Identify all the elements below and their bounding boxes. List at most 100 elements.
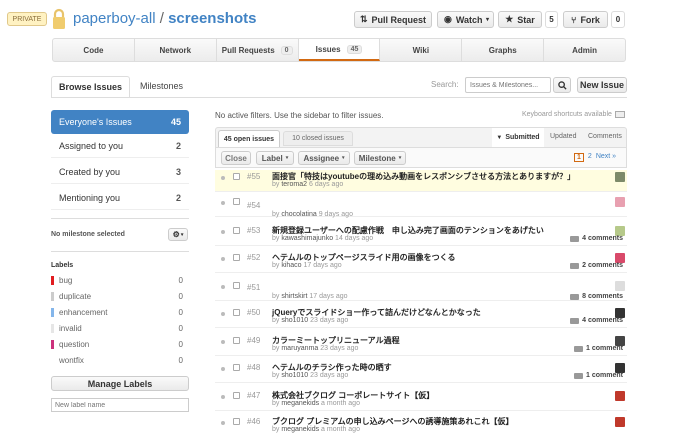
issue-comments[interactable]: 8 comments — [570, 293, 623, 300]
pull-request-button[interactable]: ⇅ Pull Request — [354, 11, 432, 28]
issue-drag-handle[interactable] — [221, 201, 225, 205]
issue-meta: by meganekids a month ago — [272, 400, 360, 407]
issue-number: #50 — [247, 308, 261, 317]
sidebar-item-everyones-issues[interactable]: Everyone's Issues 45 — [51, 110, 189, 134]
issue-row[interactable]: #49 カラーミートップリニューアル過程 by maruyanma 23 day… — [215, 334, 627, 356]
issue-drag-handle[interactable] — [221, 230, 225, 234]
label-item-enhancement[interactable]: enhancement 0 — [51, 305, 183, 319]
issue-drag-handle[interactable] — [221, 285, 225, 289]
repo-owner-link[interactable]: paperboy-all — [73, 10, 156, 27]
issue-author[interactable]: meganekids — [281, 426, 319, 433]
tab-issues[interactable]: Issues 45 — [298, 39, 381, 61]
issue-comments[interactable]: 4 comments — [570, 235, 623, 242]
issue-row[interactable]: #46 ブクログ プレミアムの申し込みページへの誘導施策あれこれ【仮】 by m… — [215, 415, 627, 437]
manage-labels-button[interactable]: Manage Labels — [51, 376, 189, 391]
issue-comments[interactable]: 2 comments — [570, 262, 623, 269]
tab-milestones[interactable]: Milestones — [140, 81, 183, 91]
sort-comments[interactable]: Comments — [588, 133, 622, 140]
keyboard-shortcuts-link[interactable]: Keyboard shortcuts available — [522, 111, 625, 118]
issue-author[interactable]: sho1010 — [281, 317, 308, 324]
star-button[interactable]: ★ Star — [498, 11, 542, 28]
issue-comments[interactable]: 1 comment — [574, 372, 623, 379]
issue-drag-handle[interactable] — [221, 367, 225, 371]
issue-row[interactable]: #51 by shirtskirt 17 days ago 8 comments — [215, 279, 627, 301]
issue-drag-handle[interactable] — [221, 176, 225, 180]
issue-row[interactable]: #54 by chocolatina 9 days ago — [215, 195, 627, 218]
new-issue-button[interactable]: New Issue — [577, 77, 627, 93]
star-count[interactable]: 5 — [545, 11, 558, 28]
issue-checkbox[interactable] — [233, 173, 240, 180]
sidebar-item-assigned[interactable]: Assigned to you 2 — [51, 134, 189, 158]
page-2[interactable]: 2 — [588, 153, 592, 162]
issue-author[interactable]: teroma2 — [281, 181, 307, 188]
avatar[interactable] — [615, 391, 625, 401]
issue-checkbox[interactable] — [233, 337, 240, 344]
next-page-link[interactable]: Next » — [596, 153, 616, 162]
issue-author[interactable]: kihaco — [281, 262, 301, 269]
issue-drag-handle[interactable] — [221, 312, 225, 316]
tab-open-issues[interactable]: 45 open issues — [218, 130, 280, 147]
avatar[interactable] — [615, 281, 625, 291]
tab-network[interactable]: Network — [135, 39, 217, 61]
avatar[interactable] — [615, 197, 625, 207]
tab-closed-issues[interactable]: 10 closed issues — [283, 131, 353, 146]
avatar[interactable] — [615, 417, 625, 427]
close-issues-button[interactable]: Close — [221, 151, 251, 165]
issue-author[interactable]: sho1010 — [281, 372, 308, 379]
label-item-bug[interactable]: bug 0 — [51, 273, 183, 287]
assignee-dropdown[interactable]: Assignee ▾ — [298, 151, 350, 165]
tab-wiki[interactable]: Wiki — [380, 39, 463, 61]
sort-submitted[interactable]: ▼ Submitted — [492, 128, 544, 147]
new-label-input[interactable] — [51, 398, 189, 412]
fork-count[interactable]: 0 — [611, 11, 625, 28]
issue-row[interactable]: #55 面接官「特技はyoutubeの理め込み動画をレスポンシブさせる方法とあり… — [215, 170, 627, 192]
repo-name-link[interactable]: screenshots — [168, 10, 256, 27]
issue-author[interactable]: chocolatina — [281, 211, 316, 218]
issue-author[interactable]: kawashimajunko — [281, 235, 333, 242]
issue-checkbox[interactable] — [233, 227, 240, 234]
issue-row[interactable]: #47 株式会社ブクログ コーポレートサイト【仮】 by meganekids … — [215, 389, 627, 411]
label-dropdown[interactable]: Label ▾ — [256, 151, 294, 165]
avatar[interactable] — [615, 172, 625, 182]
issue-checkbox[interactable] — [233, 392, 240, 399]
issue-drag-handle[interactable] — [221, 421, 225, 425]
issue-checkbox[interactable] — [233, 364, 240, 371]
tab-code[interactable]: Code — [53, 39, 135, 61]
issue-checkbox[interactable] — [233, 198, 240, 205]
issue-checkbox[interactable] — [233, 309, 240, 316]
watch-button[interactable]: ◉ Watch ▾ — [437, 11, 494, 28]
sort-updated[interactable]: Updated — [550, 133, 576, 140]
milestone-dropdown[interactable]: Milestone ▾ — [354, 151, 406, 165]
search-input[interactable] — [465, 77, 551, 93]
issue-checkbox[interactable] — [233, 282, 240, 289]
label-item-wontfix[interactable]: wontfix 0 — [51, 353, 183, 367]
milestone-settings-button[interactable]: ⚙ ▾ — [168, 228, 188, 241]
issue-drag-handle[interactable] — [221, 340, 225, 344]
issue-row[interactable]: #48 ヘテムルのチラシ作った時の晒す by sho1010 23 days a… — [215, 361, 627, 383]
issue-author[interactable]: maruyanma — [281, 345, 318, 352]
issue-drag-handle[interactable] — [221, 395, 225, 399]
page-1[interactable]: 1 — [574, 153, 584, 162]
issue-comments[interactable]: 1 comment — [574, 345, 623, 352]
issue-checkbox[interactable] — [233, 418, 240, 425]
label-item-question[interactable]: question 0 — [51, 337, 183, 351]
issue-row[interactable]: #53 新規登録ユーザーへの配慮作戦 申し込み完了画面のテンションをあげたい b… — [215, 224, 627, 246]
private-badge: PRIVATE — [7, 12, 47, 26]
sidebar-item-created[interactable]: Created by you 3 — [51, 160, 189, 184]
tab-pull-requests[interactable]: Pull Requests 0 — [217, 39, 299, 61]
issue-row[interactable]: #52 ヘテムルのトップページスライド用の画像をつくる by kihaco 17… — [215, 251, 627, 273]
fork-button[interactable]: ⑂ Fork — [563, 11, 608, 28]
issue-checkbox[interactable] — [233, 254, 240, 261]
sidebar-item-mentioning[interactable]: Mentioning you 2 — [51, 186, 189, 210]
issue-author[interactable]: shirtskirt — [281, 293, 307, 300]
issue-author[interactable]: meganekids — [281, 400, 319, 407]
tab-admin[interactable]: Admin — [544, 39, 625, 61]
tab-browse-issues[interactable]: Browse Issues — [51, 76, 130, 98]
label-item-invalid[interactable]: invalid 0 — [51, 321, 183, 335]
issue-row[interactable]: #50 jQueryでスライドショー作って詰んだけどなんとかなった by sho… — [215, 306, 627, 328]
search-button[interactable] — [553, 77, 571, 93]
issue-comments[interactable]: 4 comments — [570, 317, 623, 324]
issue-drag-handle[interactable] — [221, 257, 225, 261]
tab-graphs[interactable]: Graphs — [462, 39, 545, 61]
label-item-duplicate[interactable]: duplicate 0 — [51, 289, 183, 303]
